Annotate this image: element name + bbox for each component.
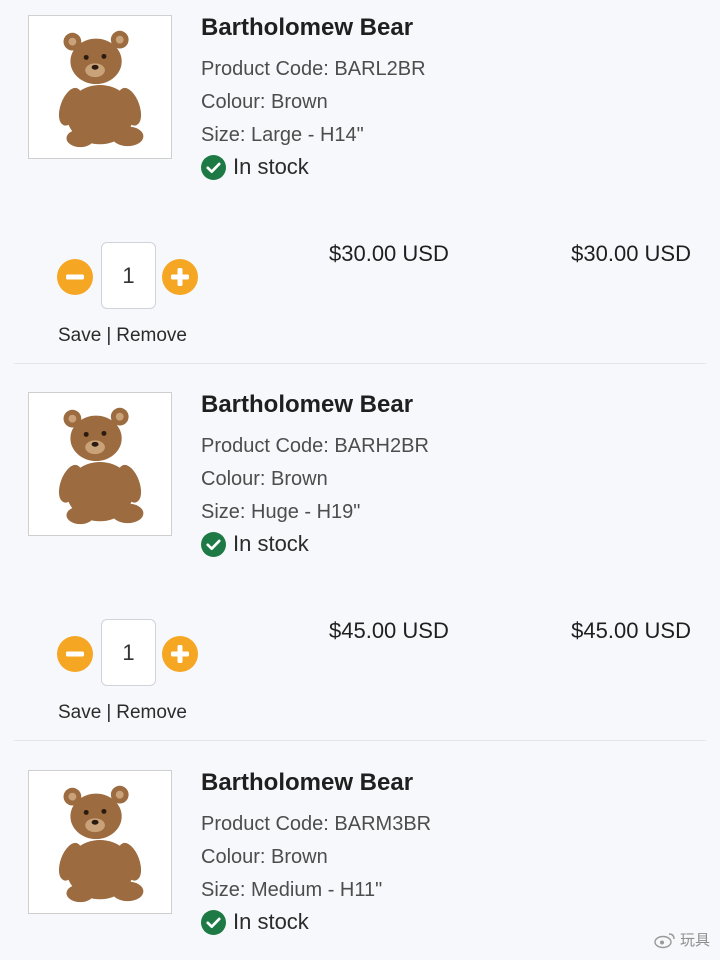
check-circle-icon	[201, 909, 226, 935]
action-separator: |	[106, 325, 112, 346]
product-code: Product Code: BARL2BR	[201, 58, 426, 80]
save-link[interactable]: Save	[58, 702, 101, 723]
product-code: Product Code: BARM3BR	[201, 813, 432, 835]
item-actions: Save | Remove	[58, 325, 187, 347]
plus-circle-icon	[162, 636, 198, 672]
teddy-bear-icon	[29, 771, 171, 913]
remove-link[interactable]: Remove	[116, 702, 187, 723]
decrease-quantity-button[interactable]	[57, 259, 93, 295]
remove-link[interactable]: Remove	[116, 325, 187, 346]
quantity-input[interactable]	[101, 619, 156, 686]
unit-price: $30.00 USD	[329, 241, 449, 266]
product-name[interactable]: Bartholomew Bear	[201, 769, 413, 797]
save-link[interactable]: Save	[58, 325, 101, 346]
check-circle-icon	[201, 531, 226, 557]
increase-quantity-button[interactable]	[162, 636, 198, 672]
cart-list: Bartholomew Bear Product Code: BARL2BR C…	[0, 0, 720, 960]
product-colour: Colour: Brown	[201, 846, 328, 868]
stock-label: In stock	[233, 909, 309, 934]
item-divider	[14, 740, 706, 741]
item-actions: Save | Remove	[58, 702, 187, 724]
cart-item: Bartholomew Bear Product Code: BARL2BR C…	[0, 0, 720, 377]
watermark: 玩具	[654, 929, 710, 950]
stock-status: In stock	[201, 907, 309, 937]
product-image-teddy-bear[interactable]	[28, 770, 172, 914]
stock-status: In stock	[201, 152, 309, 182]
increase-quantity-button[interactable]	[162, 259, 198, 295]
teddy-bear-icon	[29, 16, 171, 158]
product-size: Size: Medium - H11"	[201, 879, 383, 901]
minus-circle-icon	[57, 636, 93, 672]
product-colour: Colour: Brown	[201, 468, 328, 490]
action-separator: |	[106, 702, 112, 723]
line-total: $30.00 USD	[571, 241, 691, 266]
product-image-teddy-bear[interactable]	[28, 392, 172, 536]
item-divider	[14, 363, 706, 364]
decrease-quantity-button[interactable]	[57, 636, 93, 672]
product-size: Size: Large - H14"	[201, 124, 364, 146]
product-size: Size: Huge - H19"	[201, 501, 361, 523]
product-name[interactable]: Bartholomew Bear	[201, 391, 413, 419]
cart-item: Bartholomew Bear Product Code: BARH2BR C…	[0, 377, 720, 754]
stock-label: In stock	[233, 154, 309, 179]
product-colour: Colour: Brown	[201, 91, 328, 113]
weibo-logo-icon	[654, 932, 675, 948]
plus-circle-icon	[162, 259, 198, 295]
quantity-input[interactable]	[101, 242, 156, 309]
line-total: $45.00 USD	[571, 618, 691, 643]
stock-label: In stock	[233, 531, 309, 556]
product-image-teddy-bear[interactable]	[28, 15, 172, 159]
stock-status: In stock	[201, 529, 309, 559]
watermark-text: 玩具	[679, 932, 710, 949]
check-circle-icon	[201, 154, 226, 180]
product-name[interactable]: Bartholomew Bear	[201, 14, 413, 42]
teddy-bear-icon	[29, 393, 171, 535]
unit-price: $45.00 USD	[329, 618, 449, 643]
product-code: Product Code: BARH2BR	[201, 435, 429, 457]
minus-circle-icon	[57, 259, 93, 295]
cart-item: Bartholomew Bear Product Code: BARM3BR C…	[0, 755, 720, 960]
